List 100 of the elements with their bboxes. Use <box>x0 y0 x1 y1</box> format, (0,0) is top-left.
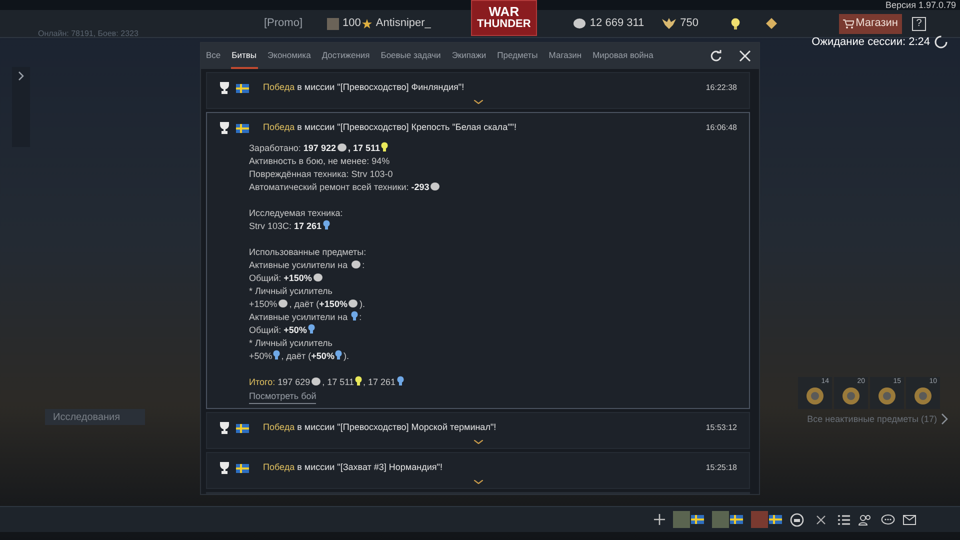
message-title: Победа в миссии "[Превосходство] Финляндия"! <box>263 81 464 94</box>
research-tab[interactable]: Исследования <box>45 409 145 425</box>
eagle-icon <box>662 18 676 29</box>
medal-icon <box>805 384 825 404</box>
help-button[interactable]: ? <box>912 16 926 30</box>
battle-message-card[interactable]: Победа в миссии "[Превосходство] Морской терминал"! 15:53:12 <box>206 412 750 449</box>
mail-icon[interactable] <box>903 514 916 524</box>
lightbulb-icon <box>730 18 740 30</box>
chat-bubble-icon[interactable] <box>881 514 895 526</box>
session-wait-label: Ожидание сессии: 2:24 <box>812 35 930 50</box>
lightbulb-icon <box>355 376 362 386</box>
add-icon[interactable] <box>654 514 665 525</box>
category-tab[interactable]: Магазин <box>548 43 583 69</box>
diamond-icon <box>766 18 777 29</box>
message-time: 15:53:12 <box>706 422 737 434</box>
battle-message-card[interactable]: Победа в миссии "[Захват #3] Нормандия"! 15:25:18 <box>206 452 750 489</box>
logo-bottom-text: THUNDER <box>477 18 531 31</box>
category-tab[interactable]: Предметы <box>496 43 539 69</box>
online-stats: Онлайн: 78191, Боев: 2323 <box>38 28 140 40</box>
medal-icon <box>841 384 861 404</box>
lightbulb-icon <box>396 376 404 386</box>
detail-line: Общий: +150% <box>249 272 324 285</box>
message-time: 15:25:18 <box>706 462 737 474</box>
trophy-icon <box>219 122 230 134</box>
trophy-icon <box>219 82 230 94</box>
loading-spinner-icon <box>934 35 948 50</box>
message-time: 16:22:38 <box>706 82 737 94</box>
close-icon[interactable] <box>816 514 826 524</box>
message-time: 16:06:48 <box>706 122 737 134</box>
category-tab[interactable]: Достижения <box>320 43 371 69</box>
chevron-right-icon[interactable] <box>18 71 24 81</box>
promo-link[interactable]: [Promo] <box>264 15 303 32</box>
lightbulb-icon <box>308 324 315 334</box>
expand-chevron-icon[interactable] <box>474 100 482 104</box>
lightbulb-icon <box>273 350 280 360</box>
detail-line: Активность в бою, не менее: 94% <box>249 155 390 168</box>
detail-line: * Личный усилитель <box>249 337 332 350</box>
cart-icon <box>842 18 854 28</box>
chevron-right-icon[interactable] <box>941 413 948 426</box>
people-icon[interactable] <box>858 514 873 526</box>
list-icon[interactable] <box>838 514 850 524</box>
category-tab[interactable]: Экипажи <box>450 43 488 69</box>
lion-coin-icon <box>572 18 586 29</box>
detail-line: Исследуемая техника: <box>249 207 343 220</box>
message-title: Победа в миссии "[Превосходство] Морской терминал"! <box>263 421 496 434</box>
detail-line: Strv 103C: 17 261 <box>249 220 331 233</box>
lion-coin-icon <box>430 182 440 191</box>
lightbulb-icon <box>351 311 358 321</box>
expand-chevron-icon[interactable] <box>474 480 482 484</box>
sweden-flag-icon <box>236 424 249 432</box>
star-icon <box>362 18 372 28</box>
medal-icon <box>913 384 933 404</box>
sweden-flag-icon <box>236 84 249 92</box>
shop-button[interactable]: Магазин <box>838 14 902 34</box>
sweden-flag-icon <box>730 515 743 524</box>
refresh-icon[interactable] <box>710 50 722 62</box>
sweden-flag-icon <box>769 515 782 524</box>
trophy-icon <box>219 462 230 474</box>
lion-coin-icon <box>311 377 322 386</box>
player-avatar-icon <box>326 18 339 30</box>
trophy-icon <box>219 422 230 434</box>
sweden-flag-icon <box>236 124 249 132</box>
lion-coin-icon <box>312 273 323 282</box>
category-tab[interactable]: Боевые задачи <box>380 43 442 69</box>
version-label: Версия 1.97.0.79 <box>886 0 956 10</box>
detail-line: Общий: +50% <box>249 324 316 337</box>
detail-line: Автоматический ремонт всей техники: -293 <box>249 181 442 194</box>
medal-icon <box>877 384 897 404</box>
detail-line: Использованные предметы: <box>249 246 366 259</box>
detail-line: +150% , даёт (+150% ). <box>249 298 365 311</box>
player-name[interactable]: Antisniper_ <box>376 15 431 32</box>
eagles-balance: 750 <box>680 16 699 32</box>
detail-line: Активные усилители на : <box>249 311 362 324</box>
lightbulb-icon <box>335 350 342 360</box>
category-tab[interactable]: Мировая война <box>592 43 654 69</box>
detail-line: +50% , даёт (+50% ). <box>249 350 349 363</box>
expand-chevron-icon[interactable] <box>474 440 482 444</box>
category-tab[interactable]: Битвы <box>230 43 258 69</box>
view-battle-link[interactable]: Посмотреть бой <box>249 390 316 404</box>
logo-top-text: WAR <box>488 5 520 18</box>
lightbulb-icon <box>381 142 388 152</box>
lions-balance: 12 669 311 <box>590 16 644 32</box>
message-title: Победа в миссии "[Захват #3] Нормандия"! <box>263 461 442 474</box>
battle-message-card[interactable] <box>206 112 750 409</box>
lion-coin-icon <box>336 143 347 152</box>
lion-coin-icon <box>348 299 358 308</box>
detail-line: Итого: 197 629 , 17 511 , 17 261 <box>249 363 405 389</box>
lion-coin-icon <box>351 260 362 269</box>
detail-line: Заработано: 197 922 , 17 511 <box>249 142 390 155</box>
sweden-flag-icon <box>691 515 704 524</box>
detail-line: Активные усилители на : <box>249 259 365 272</box>
message-title: Победа в миссии "[Превосходство] Крепость "Белая скала""! <box>263 121 516 134</box>
lightbulb-icon <box>322 220 330 230</box>
category-tab[interactable]: Экономика <box>266 43 312 69</box>
category-tab[interactable]: Все <box>205 43 222 69</box>
sweden-flag-icon <box>236 464 249 472</box>
detail-line: * Личный усилитель <box>249 285 332 298</box>
player-level: 100 <box>342 16 361 32</box>
detail-line: Повреждённая техника: Strv 103-0 <box>249 168 393 181</box>
battle-message-card[interactable]: Победа в миссии "[Превосходство] Финляндия"! 16:22:38 <box>206 72 750 109</box>
